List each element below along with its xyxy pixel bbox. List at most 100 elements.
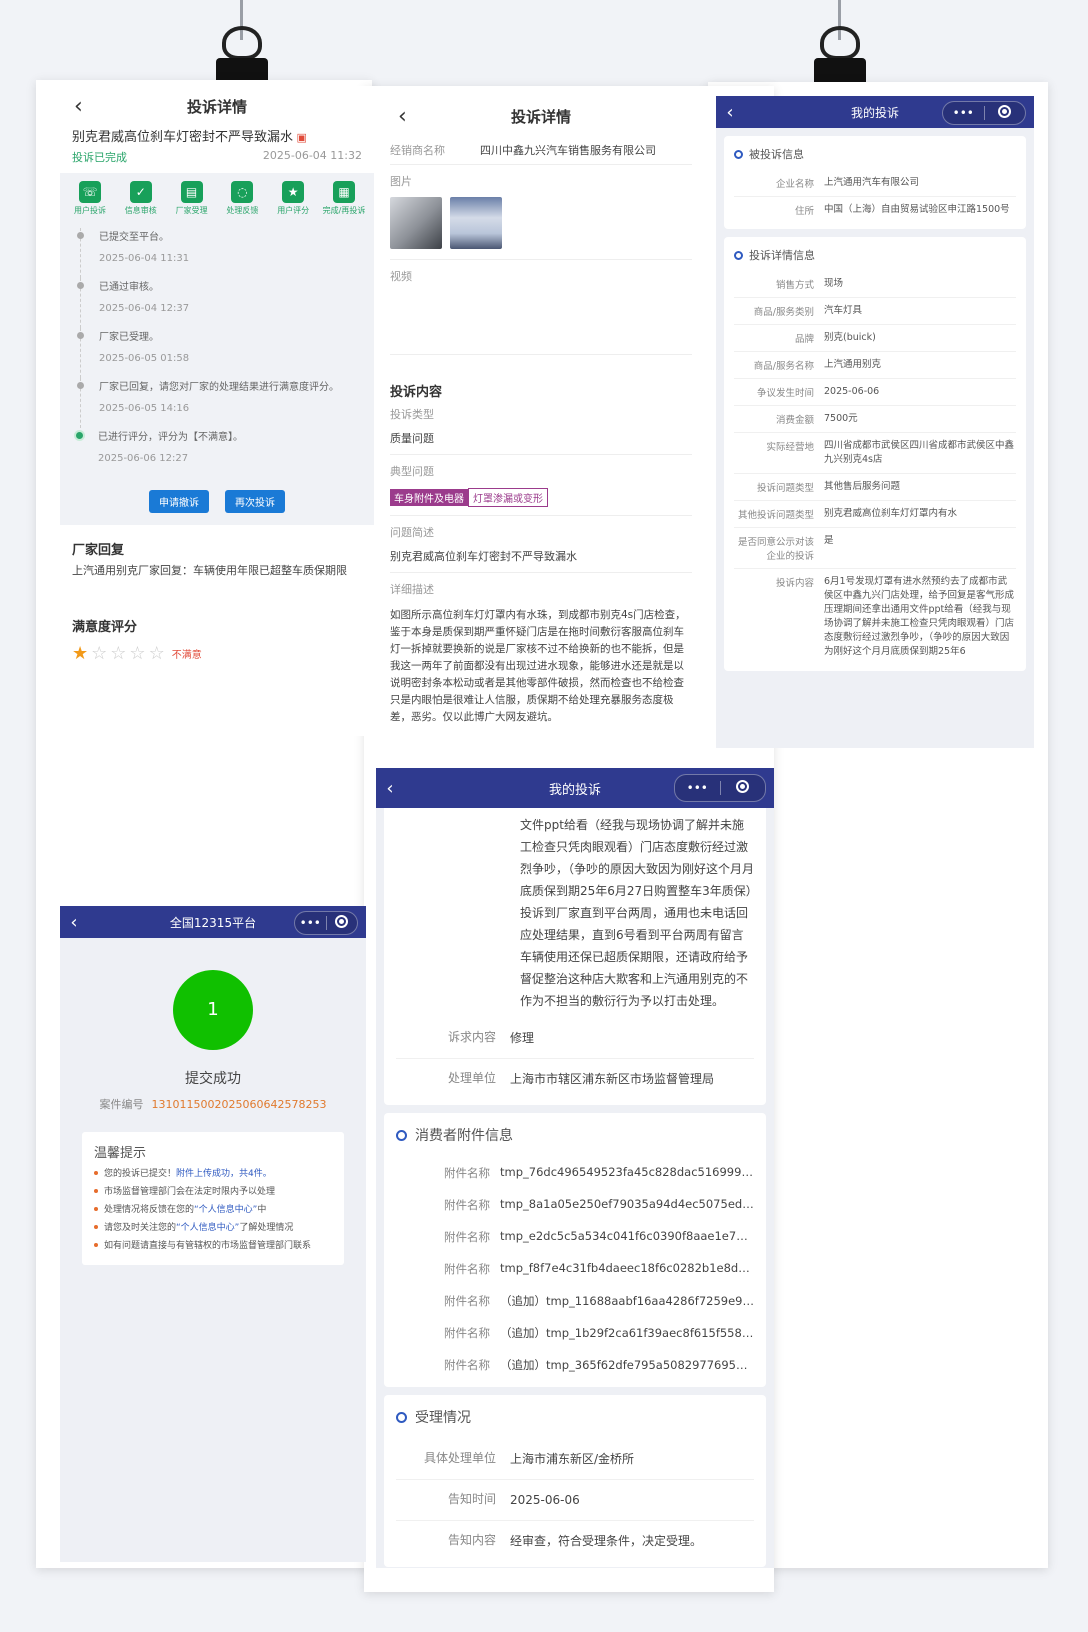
step-label: 用户评分 (277, 206, 310, 215)
binder-clip-left (214, 0, 270, 88)
attachment-row[interactable]: 附件名称 tmp_f8f7e4c31fb4daeec18f6c0282b1e8d5… (396, 1253, 754, 1285)
row-label: 品牌 (794, 334, 814, 345)
row-label: 是否同意公示对该企业的投诉 (737, 537, 814, 562)
dealer-value: 四川中鑫九兴汽车销售服务有限公司 (480, 144, 656, 157)
row-label: 其他投诉问题类型 (737, 510, 814, 521)
tip-text: 处理情况将反馈在您的 (104, 1205, 195, 1215)
back-icon[interactable]: ‹ (398, 104, 407, 129)
timeline-time: 2025-06-05 14:16 (99, 403, 190, 414)
page-title: 投诉详情 (186, 97, 247, 116)
timeline-time: 2025-06-06 12:27 (98, 453, 189, 464)
step-vendor-accept: ▤ 厂家受理 (168, 181, 216, 216)
apply-withdraw-button[interactable]: 申请撤诉 (149, 490, 209, 513)
attachment-label: 附件名称 (444, 1262, 490, 1276)
case-number: 案件编号 1310115002025060642578253 (60, 1096, 366, 1112)
personal-center-link[interactable]: “个人信息中心” (176, 1223, 239, 1233)
dealer-label: 经销商名称 (390, 144, 445, 157)
tips-title: 温馨提示 (94, 1146, 147, 1161)
complaint-content-panel: ‹ 投诉详情 经销商名称 四川中鑫九兴汽车销售服务有限公司 图片 视频 投诉内容… (378, 96, 704, 736)
tip-highlight: 共4件。 (239, 1169, 272, 1179)
attachment-name: tmp_8a1a05e250ef79035a94d4ec5075ed856cd.… (500, 1197, 754, 1211)
timeline-item: 厂家已回复，请您对厂家的处理结果进行满意度评分。 2025-06-05 14:16 (77, 378, 362, 428)
photo-thumbnail[interactable] (450, 197, 502, 249)
attachment-row[interactable]: 附件名称 （追加）tmp_365f62dfe795a5082977695060..… (396, 1349, 754, 1381)
close-target-icon[interactable] (721, 780, 766, 796)
acceptance-card: 受理情况 具体处理单位 上海市浦东新区/金桥所 告知时间 2025-06-06 告知… (384, 1395, 766, 1567)
notify-content-value: 经审查，符合受理条件，决定受理。 (510, 1534, 703, 1548)
step-label: 信息审核 (124, 206, 157, 215)
timeline-item: 已通过审核。 2025-06-04 12:37 (77, 278, 362, 328)
row-value: 现场 (824, 278, 844, 289)
attachment-name: tmp_e2dc5c5a534c041f6c0390f8aae1e70b8ad.… (500, 1229, 754, 1243)
row-label: 实际经营地 (766, 442, 814, 453)
timeline-text: 厂家已受理。 (99, 332, 159, 343)
row-value: 2025-06-06 (824, 386, 880, 397)
attachment-row[interactable]: 附件名称 tmp_76dc496549523fa45c828dac5169996d… (396, 1157, 754, 1189)
more-icon[interactable]: ••• (675, 781, 720, 795)
complaint-info-card: 投诉详情信息 销售方式 现场 商品/服务类别 汽车灯具 品牌 别克(buick) 商品… (724, 237, 1026, 671)
capsule-menu: ••• (294, 911, 358, 935)
check-icon: ✓ (129, 181, 152, 203)
submit-success-panel: ‹ 全国12315平台 ••• 1 提交成功 案件编号 1310115002025… (60, 906, 366, 1562)
step-user-rating: ★ 用户评分 (269, 181, 317, 216)
detail-label: 详细描述 (390, 583, 434, 596)
attachment-row[interactable]: 附件名称 tmp_e2dc5c5a534c041f6c0390f8aae1e70b… (396, 1221, 754, 1253)
my-complaint-panel: ‹ 我的投诉 ••• 被投诉信息 企业名称 上汽通用汽车有限公司 住所 中国（上海）… (716, 96, 1034, 748)
dealer-row: 经销商名称 四川中鑫九兴汽车销售服务有限公司 (378, 136, 704, 164)
star-icon: ★ (72, 643, 89, 664)
rating-stars: ★ ☆ ☆ ☆ ☆ 不满意 (60, 639, 374, 668)
back-icon[interactable]: ‹ (74, 94, 83, 119)
row-value: 四川省成都市武侯区四川省成都市武侯区中鑫九兴别克4s店 (824, 440, 1015, 465)
close-target-icon[interactable] (985, 105, 1026, 121)
attachment-label: 附件名称 (444, 1198, 490, 1212)
tip-text: 中 (257, 1205, 267, 1215)
vendor-reply-title: 厂家回复 (72, 543, 125, 558)
row-value: 其他售后服务问题 (824, 481, 901, 492)
document-icon: ▦ (332, 181, 355, 203)
more-icon[interactable]: ••• (295, 916, 326, 930)
unit-label: 处理单位 (447, 1071, 496, 1085)
tip-item: 请您及时关注您的“个人信息中心”了解处理情况 (94, 1221, 332, 1235)
timeline-text: 已通过审核。 (99, 282, 159, 293)
close-target-icon[interactable] (327, 915, 358, 931)
success-title: 提交成功 (185, 1071, 241, 1087)
row-value: 6月1号发现灯罩有进水然预约去了成都市武侯区中鑫九兴门店处理，给予回复是客气形成… (824, 576, 1015, 657)
content-title: 投诉内容 (390, 385, 443, 400)
images-label: 图片 (390, 175, 412, 188)
row-value: 7500元 (824, 413, 858, 424)
section-title: 被投诉信息 (749, 148, 804, 161)
attachment-row[interactable]: 附件名称 tmp_8a1a05e250ef79035a94d4ec5075ed85… (396, 1189, 754, 1221)
type-value: 质量问题 (390, 432, 434, 445)
photo-thumbnail[interactable] (390, 197, 442, 249)
attachment-label: 附件名称 (444, 1230, 490, 1244)
attachment-label: 附件名称 (444, 1358, 490, 1372)
more-icon[interactable]: ••• (943, 106, 984, 120)
clipboard-icon: ▤ (180, 181, 203, 203)
subject-text: 别克君威高位刹车灯密封不严导致漏水 (72, 130, 294, 145)
nav-bar: ‹ 我的投诉 ••• (716, 96, 1034, 128)
status-badge: 投诉已完成 (72, 151, 127, 164)
timeline-item: 厂家已受理。 2025-06-05 01:58 (77, 328, 362, 378)
section-title: 投诉详情信息 (749, 249, 815, 262)
tip-item: 您的投诉已提交！附件上传成功，共4件。 (94, 1167, 332, 1181)
timeline-time: 2025-06-04 11:31 (99, 253, 190, 264)
complain-again-button[interactable]: 再次投诉 (225, 490, 285, 513)
personal-center-link[interactable]: “个人信息中心” (194, 1205, 257, 1215)
row-label: 消费金额 (775, 415, 814, 426)
row-label: 商品/服务名称 (753, 361, 814, 372)
nav-bar: ‹ 全国12315平台 ••• (60, 906, 366, 938)
row-label: 争议发生时间 (756, 388, 814, 399)
address-value: 中国（上海）自由贸易试验区申江路1500号 (824, 204, 1010, 215)
row-value: 是 (824, 535, 834, 546)
attachment-row[interactable]: 附件名称 （追加）tmp_11688aabf16aa4286f7259e9a... (396, 1285, 754, 1317)
demand-label: 诉求内容 (447, 1030, 496, 1044)
type-label: 投诉类型 (390, 408, 434, 421)
star-icon: ★ (282, 181, 305, 203)
rating-label: 不满意 (171, 650, 202, 661)
complaint-content-continued: 文件ppt给看（经我与现场协调了解并未施工检查只凭肉眼观看）门店态度敷衍经过激烈… (520, 818, 755, 1008)
step-info-review: ✓ 信息审核 (117, 181, 165, 216)
attachment-row[interactable]: 附件名称 （追加）tmp_1b29f2ca61f39aec8f615f5582..… (396, 1317, 754, 1349)
attachment-name: tmp_f8f7e4c31fb4daeec18f6c0282b1e8d5c2ce… (500, 1261, 754, 1275)
attachment-name: （追加）tmp_365f62dfe795a5082977695060... (500, 1358, 754, 1372)
tip-text: 您的投诉已提交！ (104, 1169, 177, 1179)
